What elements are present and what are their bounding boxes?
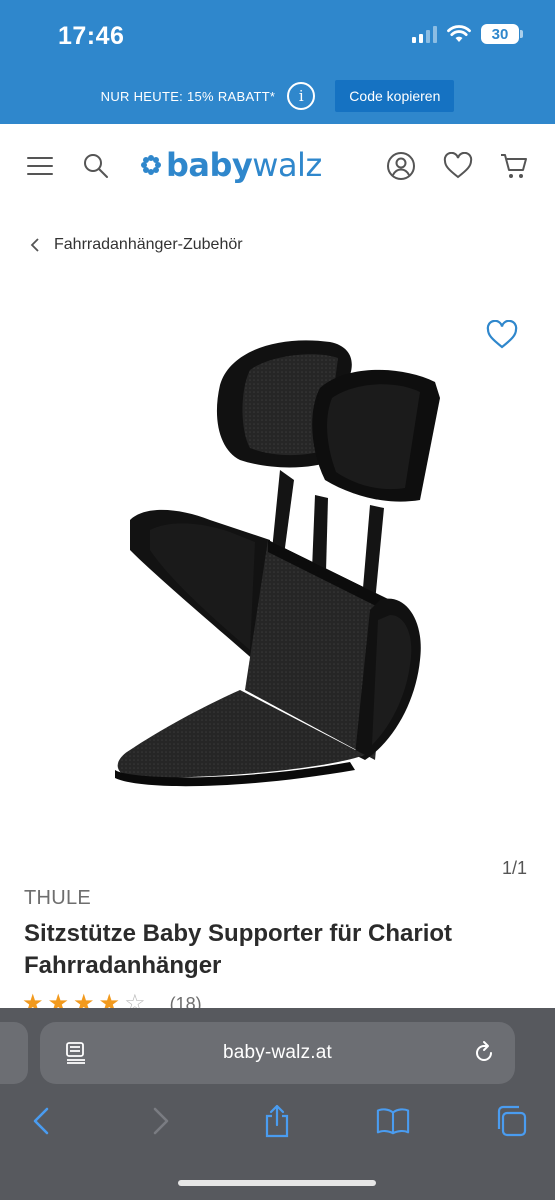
previous-tab-preview[interactable]	[0, 1022, 28, 1084]
book-icon[interactable]	[376, 1104, 410, 1138]
info-icon[interactable]: i	[287, 82, 316, 110]
signal-icon	[412, 25, 437, 43]
status-time: 17:46	[58, 22, 125, 50]
home-indicator[interactable]	[178, 1180, 376, 1186]
reader-icon[interactable]	[64, 1041, 88, 1065]
logo-flower-icon	[141, 155, 161, 175]
top-banner: 17:46 30 NUR HEUTE: 15% RABATT* i Code k…	[0, 0, 555, 124]
breadcrumb-label: Fahrradanhänger-Zubehör	[54, 236, 243, 253]
tabs-icon[interactable]	[494, 1104, 528, 1138]
site-header: babywalz	[0, 124, 555, 210]
logo[interactable]: babywalz	[140, 146, 322, 184]
chevron-left-icon	[30, 238, 39, 252]
copy-code-button[interactable]: Code kopieren	[335, 80, 455, 112]
product-wishlist-heart-icon[interactable]	[486, 319, 518, 352]
back-icon[interactable]	[24, 1104, 58, 1138]
heart-icon[interactable]	[442, 150, 474, 182]
status-icons: 30	[412, 24, 523, 44]
reload-icon[interactable]	[471, 1040, 497, 1066]
wifi-icon	[447, 25, 471, 42]
battery-icon: 30	[481, 24, 523, 44]
product-image[interactable]	[100, 330, 460, 790]
product-title: Sitzstütze Baby Supporter für Chariot Fa…	[24, 920, 453, 979]
promo-bar: NUR HEUTE: 15% RABATT* i Code kopieren	[0, 78, 555, 114]
breadcrumb[interactable]: Fahrradanhänger-Zubehör	[30, 236, 243, 254]
search-icon[interactable]	[80, 150, 112, 182]
cart-icon[interactable]	[498, 150, 530, 182]
image-pager: 1/1	[501, 858, 527, 878]
forward-icon[interactable]	[144, 1104, 178, 1138]
account-icon[interactable]	[385, 150, 417, 182]
menu-icon[interactable]	[24, 150, 56, 182]
product-brand[interactable]: THULE	[24, 887, 91, 910]
browser-toolbar: baby-walz.at	[0, 1008, 555, 1200]
promo-text: NUR HEUTE: 15% RABATT*	[100, 88, 276, 104]
url-text: baby-walz.at	[222, 1042, 333, 1063]
share-icon[interactable]	[260, 1104, 294, 1138]
address-bar[interactable]: baby-walz.at	[40, 1022, 515, 1084]
logo-text: babywalz	[166, 146, 322, 184]
